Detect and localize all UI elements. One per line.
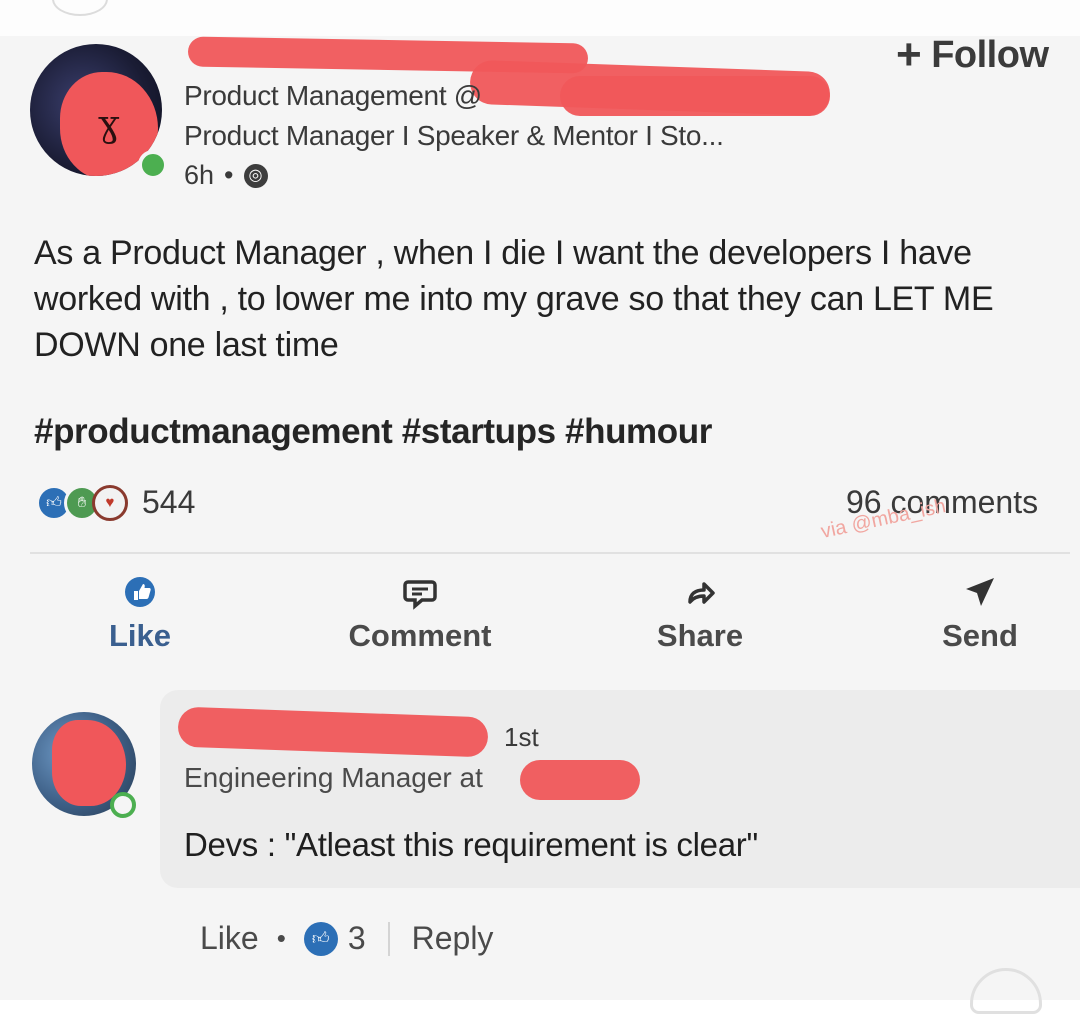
meta-dot: •	[224, 160, 234, 190]
comment-button[interactable]: Comment	[320, 574, 520, 654]
like-button[interactable]: Like	[40, 574, 240, 654]
comment-actions: Like • 👍︎ 3 Reply	[200, 920, 493, 957]
online-status-dot	[138, 150, 168, 180]
commenter-avatar-redaction	[52, 720, 126, 806]
send-icon	[962, 574, 998, 610]
comment-reply-button[interactable]: Reply	[412, 920, 494, 957]
comment-icon	[402, 574, 438, 610]
author-headline: Product Manager I Speaker & Mentor I Sto…	[184, 120, 724, 151]
globe-icon: ◎	[243, 163, 268, 188]
post-hashtags[interactable]: #productmanagement #startups #humour	[34, 412, 712, 452]
company-redaction	[520, 760, 640, 800]
comment-label: Comment	[348, 618, 492, 653]
author-redaction	[560, 76, 830, 116]
post-meta: 6h • ◎	[184, 160, 268, 191]
share-label: Share	[656, 618, 744, 653]
connection-degree: 1st	[504, 722, 539, 752]
post-body: As a Product Manager , when I die I want…	[34, 234, 994, 364]
comment-actions-dot: •	[276, 923, 286, 953]
like-icon	[122, 574, 158, 610]
post-time: 6h	[184, 160, 215, 190]
follow-button[interactable]: + Follow	[896, 30, 1049, 80]
comment-like-button[interactable]: Like	[200, 920, 259, 957]
follow-label: Follow	[931, 33, 1049, 76]
send-label: Send	[942, 618, 1018, 653]
top-edge-shape	[52, 0, 108, 16]
avatar-figure: ɣ	[98, 104, 120, 145]
reactions-summary[interactable]: 👍︎ ✋︎ ♥︎ 544	[36, 484, 195, 521]
reaction-count: 544	[142, 484, 196, 520]
comment-actions-separator	[387, 921, 390, 956]
commenter-online-dot	[110, 792, 136, 818]
share-icon	[682, 574, 718, 610]
like-label: Like	[108, 618, 172, 653]
plus-icon: +	[896, 30, 922, 79]
comment-like-count: 3	[347, 920, 366, 956]
send-button[interactable]: Send	[880, 574, 1080, 654]
share-button[interactable]: Share	[600, 574, 800, 654]
commenter-headline: Engineering Manager at	[184, 762, 483, 793]
author-name[interactable]: Product Management @	[184, 80, 482, 112]
love-icon: ♥︎	[92, 484, 128, 521]
divider	[30, 552, 1070, 554]
comment-text: Devs : "Atleast this requirement is clea…	[184, 826, 758, 863]
comment-like-icon: 👍︎	[303, 921, 338, 956]
